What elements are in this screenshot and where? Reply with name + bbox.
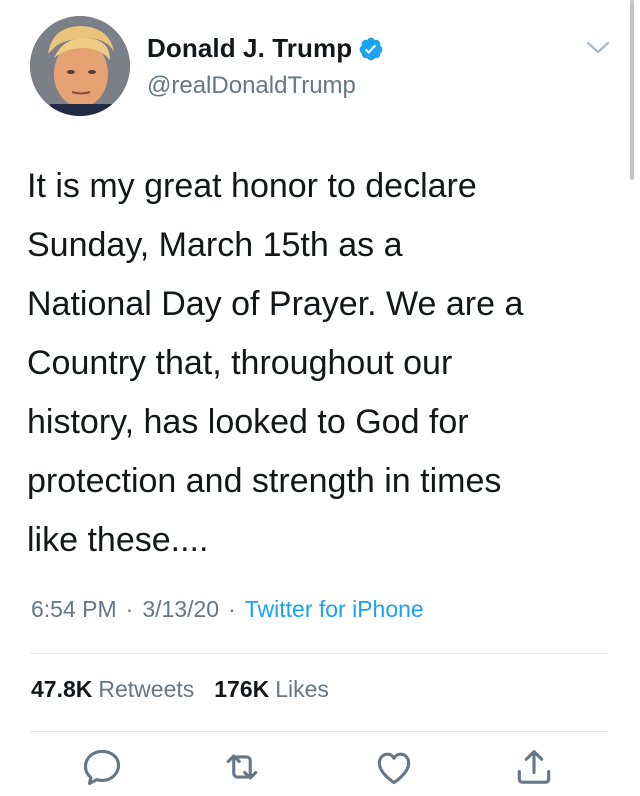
action-bar [0, 745, 640, 796]
author-handle[interactable]: @realDonaldTrump [147, 72, 356, 100]
divider [30, 653, 608, 654]
profile-photo-icon [30, 16, 130, 116]
tweet-line: Country that, throughout our [27, 344, 453, 382]
tweet-time: 6:54 PM [31, 596, 117, 622]
tweet-line: Sunday, March 15th as a [27, 226, 403, 264]
tweet-line: It is my great honor to declare [27, 167, 477, 205]
share-icon [517, 750, 551, 784]
retweet-icon [226, 754, 258, 780]
author-name-row: Donald J. Trump [147, 33, 384, 64]
share-button[interactable] [512, 745, 556, 789]
tweet-line: protection and strength in times [27, 462, 502, 500]
tweet-meta: 6:54 PM · 3/13/20 · Twitter for iPhone [31, 596, 424, 623]
tweet-line: like these.... [27, 521, 209, 559]
tweet-source-link[interactable]: Twitter for iPhone [245, 596, 424, 623]
display-name[interactable]: Donald J. Trump [147, 33, 352, 64]
scrollbar[interactable] [630, 0, 634, 180]
likes-stat[interactable]: 176K Likes [214, 676, 329, 703]
meta-separator: · [125, 596, 134, 622]
tweet-date[interactable]: 3/13/20 [142, 596, 219, 623]
retweets-label: Retweets [98, 676, 195, 702]
retweets-stat[interactable]: 47.8K Retweets [31, 676, 194, 703]
heart-icon [377, 752, 411, 785]
tweet-stats: 47.8K Retweets 176K Likes [31, 676, 329, 703]
chevron-down-icon[interactable] [585, 38, 611, 58]
like-button[interactable] [372, 745, 416, 789]
verified-badge-icon [358, 36, 384, 62]
retweets-count: 47.8K [31, 676, 93, 702]
tweet-text: It is my great honor to declare Sunday, … [27, 157, 607, 570]
tweet-line: National Day of Prayer. We are a [27, 285, 524, 323]
retweet-button[interactable] [220, 745, 264, 789]
tweet-line: history, has looked to God for [27, 403, 469, 441]
divider [30, 731, 608, 732]
reply-icon [83, 749, 121, 786]
reply-button[interactable] [80, 745, 124, 789]
likes-count: 176K [214, 676, 270, 702]
likes-label: Likes [275, 676, 329, 702]
avatar[interactable] [30, 16, 130, 116]
meta-separator: · [228, 596, 236, 622]
